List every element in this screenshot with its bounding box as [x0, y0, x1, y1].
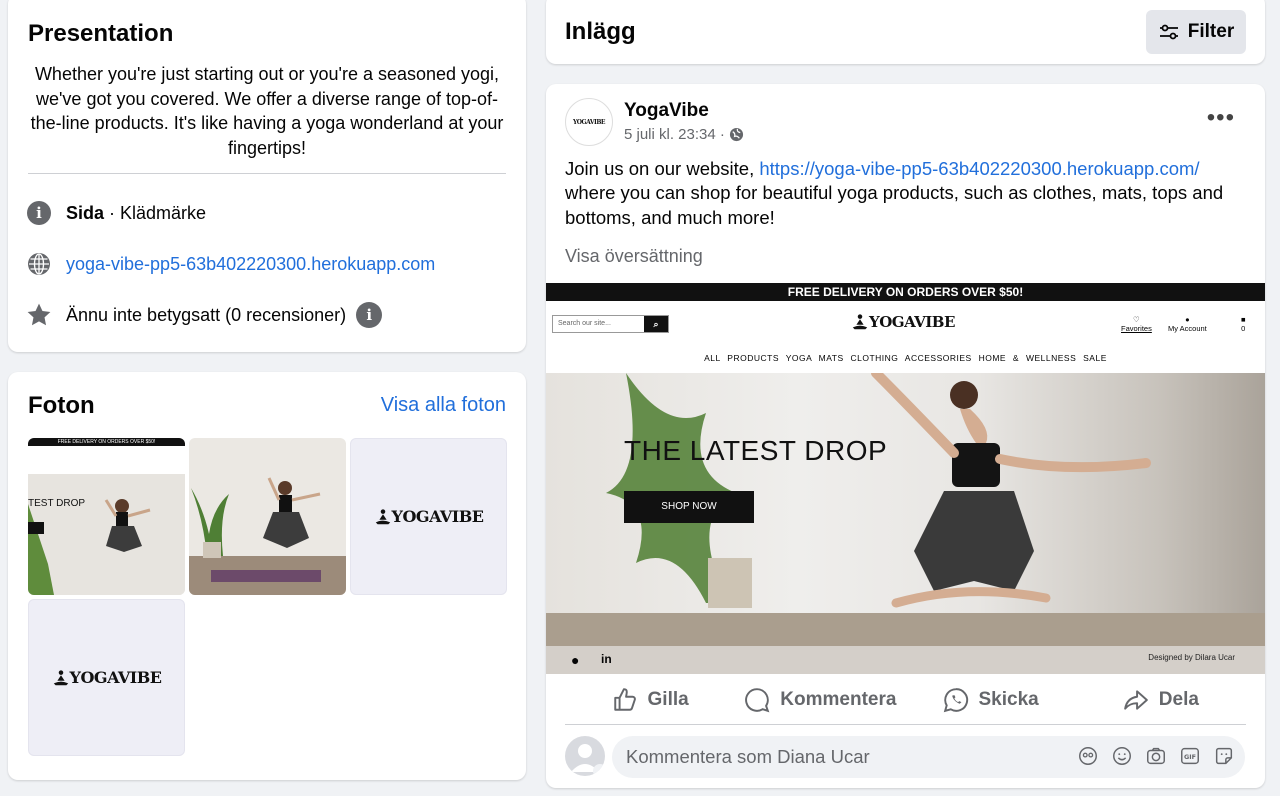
page-avatar[interactable]: YOGAVIBE	[565, 98, 613, 146]
comment-composer: ⌄ GIF	[565, 736, 1246, 778]
comment-box: GIF	[612, 736, 1245, 778]
github-icon: ●	[571, 652, 580, 668]
camera-icon[interactable]	[1145, 745, 1167, 767]
site-account-label: My Account	[1168, 324, 1207, 333]
like-label: Gilla	[647, 688, 689, 710]
photo-thumbnail-logo-2[interactable]: YOGAVIBE	[28, 599, 185, 756]
site-banner: FREE DELIVERY ON ORDERS OVER $50!	[546, 283, 1265, 301]
site-search-placeholder: Search our site...	[558, 320, 611, 327]
thumb-hero-text: TEST DROP	[28, 498, 86, 509]
yoga-logo-icon	[852, 314, 868, 330]
post-card: YOGAVIBE YogaVibe 5 juli kl. 23:34 · •••…	[546, 84, 1265, 788]
site-shop-now-button: SHOP NOW	[624, 491, 754, 523]
presentation-card: Presentation Whether you're just startin…	[8, 0, 526, 352]
gif-icon[interactable]: GIF	[1179, 745, 1201, 767]
post-actions: Gilla Kommentera Skicka Dela	[565, 675, 1246, 725]
like-button[interactable]: Gilla	[565, 675, 735, 724]
site-favorites: ♡ Favorites	[1121, 315, 1152, 333]
site-footer: ● in Designed by Dilara Ucar	[546, 646, 1265, 674]
rating-info-icon[interactable]: i	[356, 302, 383, 328]
post-meta: 5 juli kl. 23:34 ·	[624, 126, 744, 143]
page-category-row: i Sida · Klädmärke	[26, 200, 206, 226]
page-type-label: Sida	[66, 202, 105, 223]
post-text: Join us on our website, https://yoga-vib…	[565, 157, 1250, 230]
rating-text: Ännu inte betygsatt (0 recensioner)	[66, 304, 347, 325]
share-button[interactable]: Dela	[1076, 675, 1246, 724]
site-cart-count: 0	[1241, 324, 1246, 333]
site-cart: ■ 0	[1241, 315, 1246, 333]
posts-header: Inlägg Filter	[546, 0, 1265, 64]
see-all-photos-link[interactable]: Visa alla foton	[381, 394, 506, 417]
site-account: ● My Account	[1168, 315, 1207, 333]
user-avatar[interactable]: ⌄	[565, 736, 605, 776]
photos-card: Foton Visa alla foton FREE DELIVERY ON O…	[8, 372, 526, 780]
site-credit: Designed by Dilara Ucar	[1148, 653, 1235, 662]
divider	[28, 173, 506, 174]
comment-input[interactable]	[612, 736, 1042, 778]
post-text-intro: Join us on our website,	[565, 158, 760, 179]
site-logo: YOGAVIBE	[851, 313, 955, 331]
star-icon	[26, 302, 52, 328]
logo-text: YOGAVIBE	[69, 668, 162, 687]
filter-label: Filter	[1187, 21, 1235, 42]
site-nav: ALL PRODUCTS YOGA MATS CLOTHING ACCESSOR…	[704, 353, 1107, 363]
posts-title: Inlägg	[565, 18, 636, 45]
thumb-banner: FREE DELIVERY ON ORDERS OVER $50!	[28, 438, 185, 446]
site-logo-text: YOGAVIBE	[869, 313, 955, 331]
site-search-icon: ⌕	[644, 316, 668, 332]
avatar-logo: YOGAVIBE	[573, 118, 605, 126]
share-label: Dela	[1158, 688, 1199, 710]
post-link[interactable]: https://yoga-vibe-pp5-63b402220300.herok…	[759, 158, 1199, 179]
yoga-logo-icon	[53, 669, 68, 685]
avatar-sticker-icon[interactable]	[1077, 745, 1099, 767]
chevron-down-icon[interactable]: ⌄	[593, 764, 605, 776]
sliders-icon	[1159, 24, 1178, 40]
comment-button[interactable]: Kommentera	[735, 675, 905, 724]
website-link[interactable]: yoga-vibe-pp5-63b402220300.herokuapp.com	[66, 254, 435, 275]
site-hero: THE LATEST DROP SHOP NOW ● in Designed b…	[546, 373, 1265, 674]
post-author[interactable]: YogaVibe	[624, 100, 709, 122]
yoga-logo-icon	[375, 508, 390, 524]
rating-row: Ännu inte betygsatt (0 recensioner) i	[26, 302, 383, 328]
info-icon: i	[26, 200, 52, 226]
thumbs-up-icon	[613, 687, 636, 711]
logo-text: YOGAVIBE	[391, 507, 484, 526]
bag-icon: ■	[1241, 315, 1246, 324]
public-globe-icon	[729, 127, 743, 142]
website-row: yoga-vibe-pp5-63b402220300.herokuapp.com	[26, 251, 435, 277]
photo-thumbnail-website[interactable]: FREE DELIVERY ON ORDERS OVER $50! TEST D…	[28, 438, 185, 595]
user-icon: ●	[1185, 315, 1190, 324]
presentation-title: Presentation	[28, 20, 174, 47]
post-text-rest: where you can shop for beautiful yoga pr…	[565, 182, 1224, 228]
site-hero-title: THE LATEST DROP	[624, 435, 888, 466]
post-timestamp[interactable]: 5 juli kl. 23:34 ·	[624, 126, 725, 143]
globe-icon	[26, 251, 52, 277]
site-favorites-label: Favorites	[1121, 324, 1152, 333]
filter-button[interactable]: Filter	[1146, 10, 1246, 54]
comment-bubble-icon	[745, 687, 770, 712]
page-bio: Whether you're just starting out or you'…	[30, 64, 504, 158]
send-button[interactable]: Skicka	[906, 675, 1076, 724]
more-options-button[interactable]: •••	[1207, 104, 1235, 132]
photo-thumbnail-logo[interactable]: YOGAVIBE	[350, 438, 507, 595]
photo-thumbnail-yoga[interactable]	[189, 438, 346, 595]
linkedin-icon: in	[601, 652, 612, 666]
comment-label: Kommentera	[780, 688, 897, 710]
site-header: Search our site... ⌕ YOGAVIBE ♡ Favorite…	[546, 301, 1265, 373]
share-arrow-icon	[1123, 689, 1148, 710]
page-category: · Klädmärke	[104, 202, 207, 223]
heart-icon: ♡	[1133, 315, 1140, 324]
comment-tools: GIF	[1077, 745, 1235, 767]
emoji-icon[interactable]	[1111, 745, 1133, 767]
svg-text:GIF: GIF	[1184, 753, 1196, 761]
photos-title: Foton	[28, 392, 95, 419]
see-translation-link[interactable]: Visa översättning	[565, 246, 703, 267]
site-search: Search our site... ⌕	[552, 315, 669, 333]
post-image[interactable]: FREE DELIVERY ON ORDERS OVER $50! Search…	[546, 283, 1265, 674]
whatsapp-icon	[943, 687, 968, 712]
send-label: Skicka	[978, 688, 1039, 710]
sticker-icon[interactable]	[1213, 745, 1235, 767]
